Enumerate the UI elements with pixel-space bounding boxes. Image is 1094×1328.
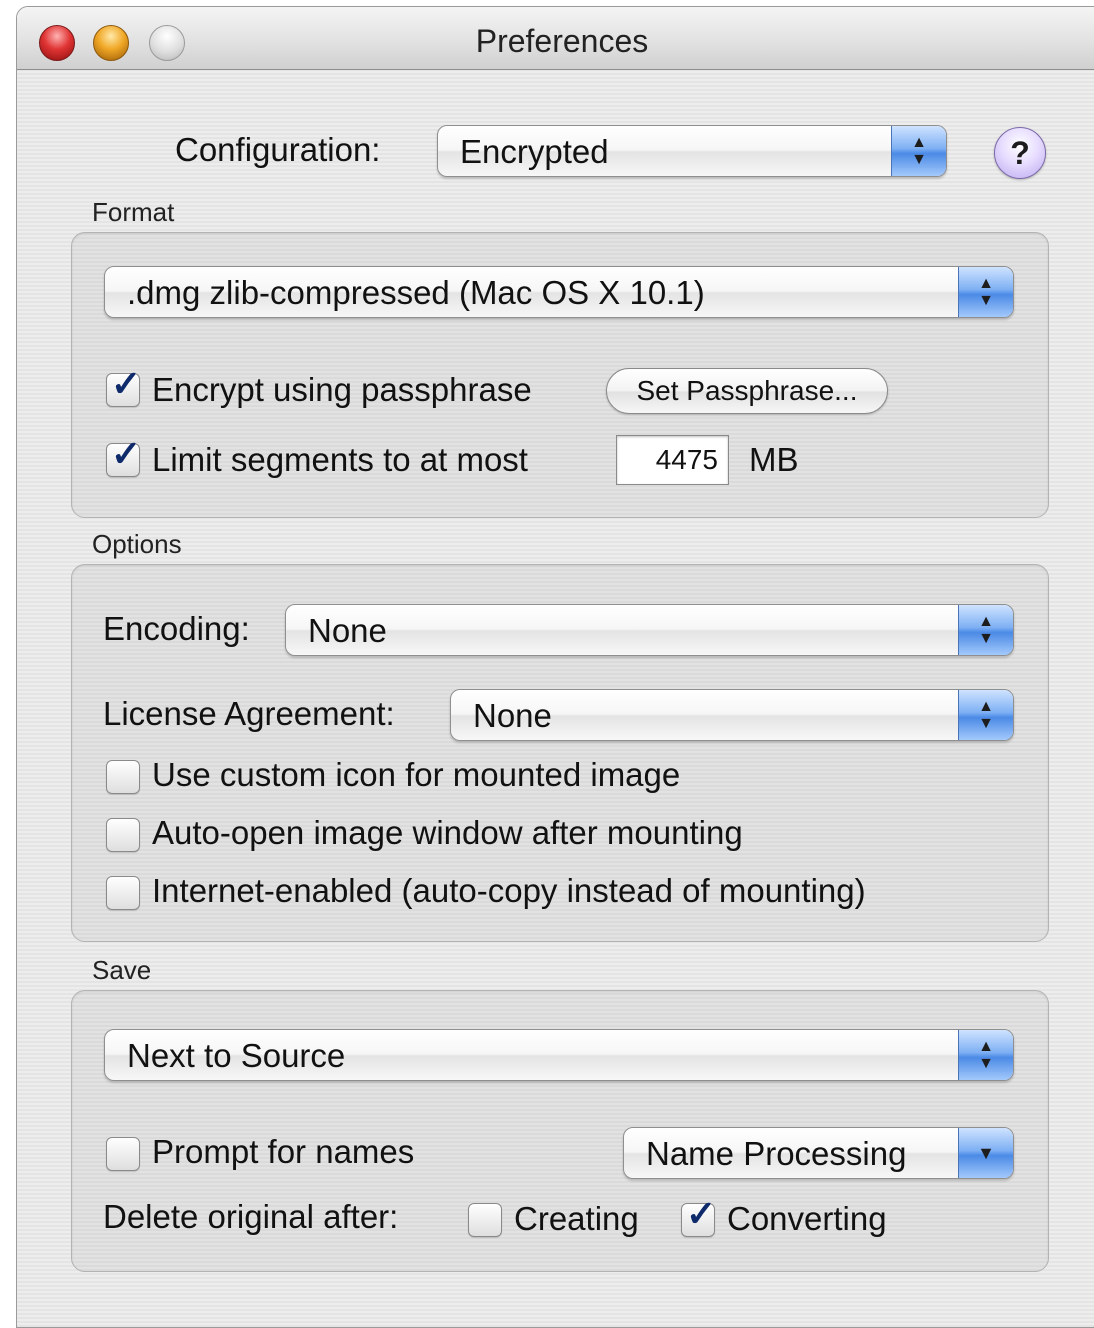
- popup-arrows-icon: ▲ ▼: [958, 690, 1013, 740]
- configuration-popup[interactable]: Encrypted ▲ ▼: [437, 125, 947, 177]
- segment-unit-label: MB: [749, 441, 799, 478]
- popup-arrows-icon: ▲ ▼: [891, 126, 946, 176]
- license-label: License Agreement:: [103, 695, 395, 732]
- checkmark-icon: ✓: [111, 363, 142, 404]
- configuration-value: Encrypted: [460, 133, 609, 170]
- internet-enabled-label: Internet-enabled (auto-copy instead of m…: [152, 872, 866, 909]
- limit-segments-label: Limit segments to at most: [152, 441, 528, 478]
- format-popup[interactable]: .dmg zlib-compressed (Mac OS X 10.1) ▲ ▼: [104, 266, 1014, 318]
- auto-open-checkbox[interactable]: [106, 818, 140, 852]
- license-value: None: [473, 697, 552, 734]
- converting-checkbox[interactable]: ✓: [681, 1194, 716, 1237]
- set-passphrase-button[interactable]: Set Passphrase...: [606, 368, 888, 414]
- help-button[interactable]: ?: [994, 127, 1046, 179]
- popup-arrows-icon: ▲ ▼: [958, 1030, 1013, 1080]
- save-location-popup[interactable]: Next to Source ▲ ▼: [104, 1029, 1014, 1081]
- segment-size-field[interactable]: 4475: [616, 435, 729, 485]
- converting-label: Converting: [727, 1200, 887, 1237]
- limit-segments-checkbox[interactable]: ✓: [106, 434, 141, 477]
- encrypt-label: Encrypt using passphrase: [152, 371, 532, 408]
- license-popup[interactable]: None ▲ ▼: [450, 689, 1014, 741]
- custom-icon-checkbox[interactable]: [106, 760, 140, 794]
- save-section-label: Save: [92, 955, 152, 985]
- preferences-window: Preferences Configuration: Encrypted ▲ ▼ …: [16, 6, 1094, 1328]
- popup-arrows-icon: ▲ ▼: [958, 605, 1013, 655]
- prompt-names-label: Prompt for names: [152, 1133, 415, 1170]
- name-processing-value: Name Processing: [646, 1135, 907, 1172]
- prompt-names-checkbox[interactable]: [106, 1137, 140, 1171]
- internet-enabled-checkbox[interactable]: [106, 876, 140, 910]
- creating-checkbox[interactable]: [468, 1203, 502, 1237]
- title-bar[interactable]: Preferences: [17, 7, 1094, 70]
- creating-label: Creating: [514, 1200, 639, 1237]
- checkmark-icon: ✓: [686, 1193, 717, 1234]
- auto-open-label: Auto-open image window after mounting: [152, 814, 743, 851]
- popup-arrows-icon: ▲ ▼: [958, 267, 1013, 317]
- configuration-label: Configuration:: [175, 131, 381, 168]
- checkmark-icon: ✓: [111, 433, 142, 474]
- format-value: .dmg zlib-compressed (Mac OS X 10.1): [127, 274, 705, 311]
- encoding-label: Encoding:: [103, 610, 250, 647]
- encoding-value: None: [308, 612, 387, 649]
- save-location-value: Next to Source: [127, 1037, 346, 1074]
- encoding-popup[interactable]: None ▲ ▼: [285, 604, 1014, 656]
- options-section-label: Options: [92, 529, 182, 559]
- window-title: Preferences: [475, 23, 649, 59]
- encrypt-checkbox[interactable]: ✓: [106, 364, 141, 407]
- format-section-label: Format: [92, 197, 175, 227]
- dropdown-arrow-icon: ▼: [958, 1128, 1013, 1178]
- custom-icon-label: Use custom icon for mounted image: [152, 756, 681, 793]
- delete-original-label: Delete original after:: [103, 1198, 399, 1235]
- name-processing-popup[interactable]: Name Processing ▼: [623, 1127, 1014, 1179]
